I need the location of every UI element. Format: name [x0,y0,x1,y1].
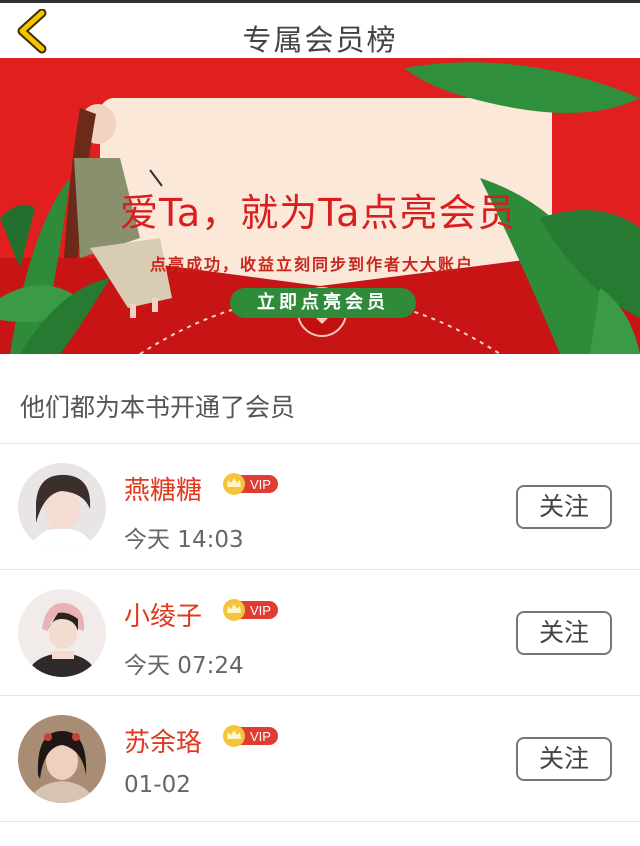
follow-button[interactable]: 关注 [516,485,612,529]
avatar-image [18,589,106,677]
top-bar: 专属会员榜 [0,0,640,58]
member-name[interactable]: 燕糖糖 [124,470,202,507]
member-row[interactable]: 苏余珞 VIP 01-02 关注 [0,696,640,822]
vip-label: VIP [250,477,271,492]
member-row[interactable]: 小绫子 VIP 今天 07:24 关注 [0,570,640,696]
member-row[interactable]: 燕糖糖 VIP 今天 14:03 关注 [0,444,640,570]
light-up-vip-button[interactable]: 立即点亮会员 [230,288,416,318]
vip-badge: VIP [222,472,280,496]
banner-headline: 爱Ta，就为Ta点亮会员 [120,191,517,235]
page-title: 专属会员榜 [242,23,398,57]
vip-badge: VIP [222,598,280,622]
member-name[interactable]: 苏余珞 [124,722,202,759]
avatar[interactable] [18,463,106,551]
avatar[interactable] [18,589,106,677]
vip-badge: VIP [222,724,280,748]
members-section-heading: 他们都为本书开通了会员 [0,354,640,444]
avatar[interactable] [18,715,106,803]
banner-subtitle: 点亮成功，收益立刻同步到作者大大账户 [150,255,475,274]
vip-label: VIP [250,729,271,744]
vip-crown-icon: VIP [223,599,278,621]
member-time: 01-02 [124,772,191,798]
follow-button[interactable]: 关注 [516,611,612,655]
member-time: 今天 14:03 [124,527,244,553]
member-time: 今天 07:24 [124,653,244,679]
member-name[interactable]: 小绫子 [124,596,202,633]
avatar-image [18,715,106,803]
vip-label: VIP [250,603,271,618]
follow-button[interactable]: 关注 [516,737,612,781]
vip-crown-icon: VIP [223,725,278,747]
promo-banner[interactable]: 爱Ta，就为Ta点亮会员 点亮成功，收益立刻同步到作者大大账户 立即点亮会员 [0,58,640,354]
vip-crown-icon: VIP [223,473,278,495]
avatar-image [18,463,106,551]
